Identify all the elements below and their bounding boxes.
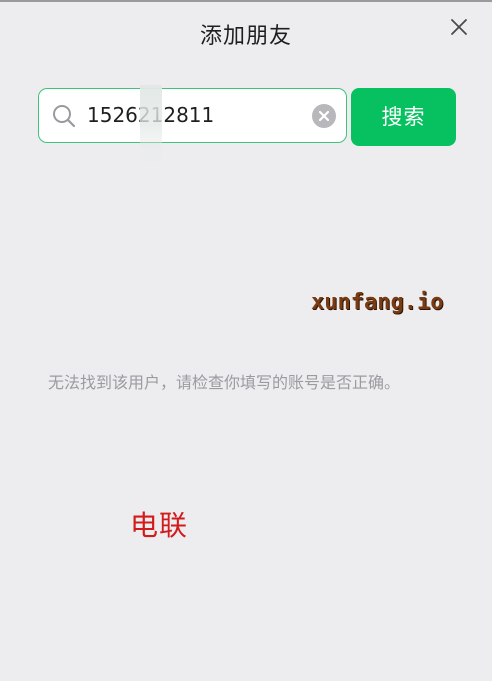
- clear-circle-icon[interactable]: [312, 104, 336, 128]
- close-icon[interactable]: [446, 14, 472, 40]
- dialog-title: 添加朋友: [199, 24, 292, 49]
- search-icon: [51, 103, 77, 129]
- search-button[interactable]: 搜索: [351, 88, 456, 146]
- no-result-message: 无法找到该用户，请检查你填写的账号是否正确。: [48, 373, 401, 392]
- red-annotation-text: 电联: [130, 509, 189, 542]
- watermark-text: xunfang.io: [311, 290, 444, 315]
- add-friend-dialog: 添加朋友 搜索 xunfang.io 无法找到该用户，请检查你填写的账号是否正确…: [0, 2, 492, 681]
- search-input[interactable]: [87, 97, 301, 133]
- search-box[interactable]: [38, 85, 347, 165]
